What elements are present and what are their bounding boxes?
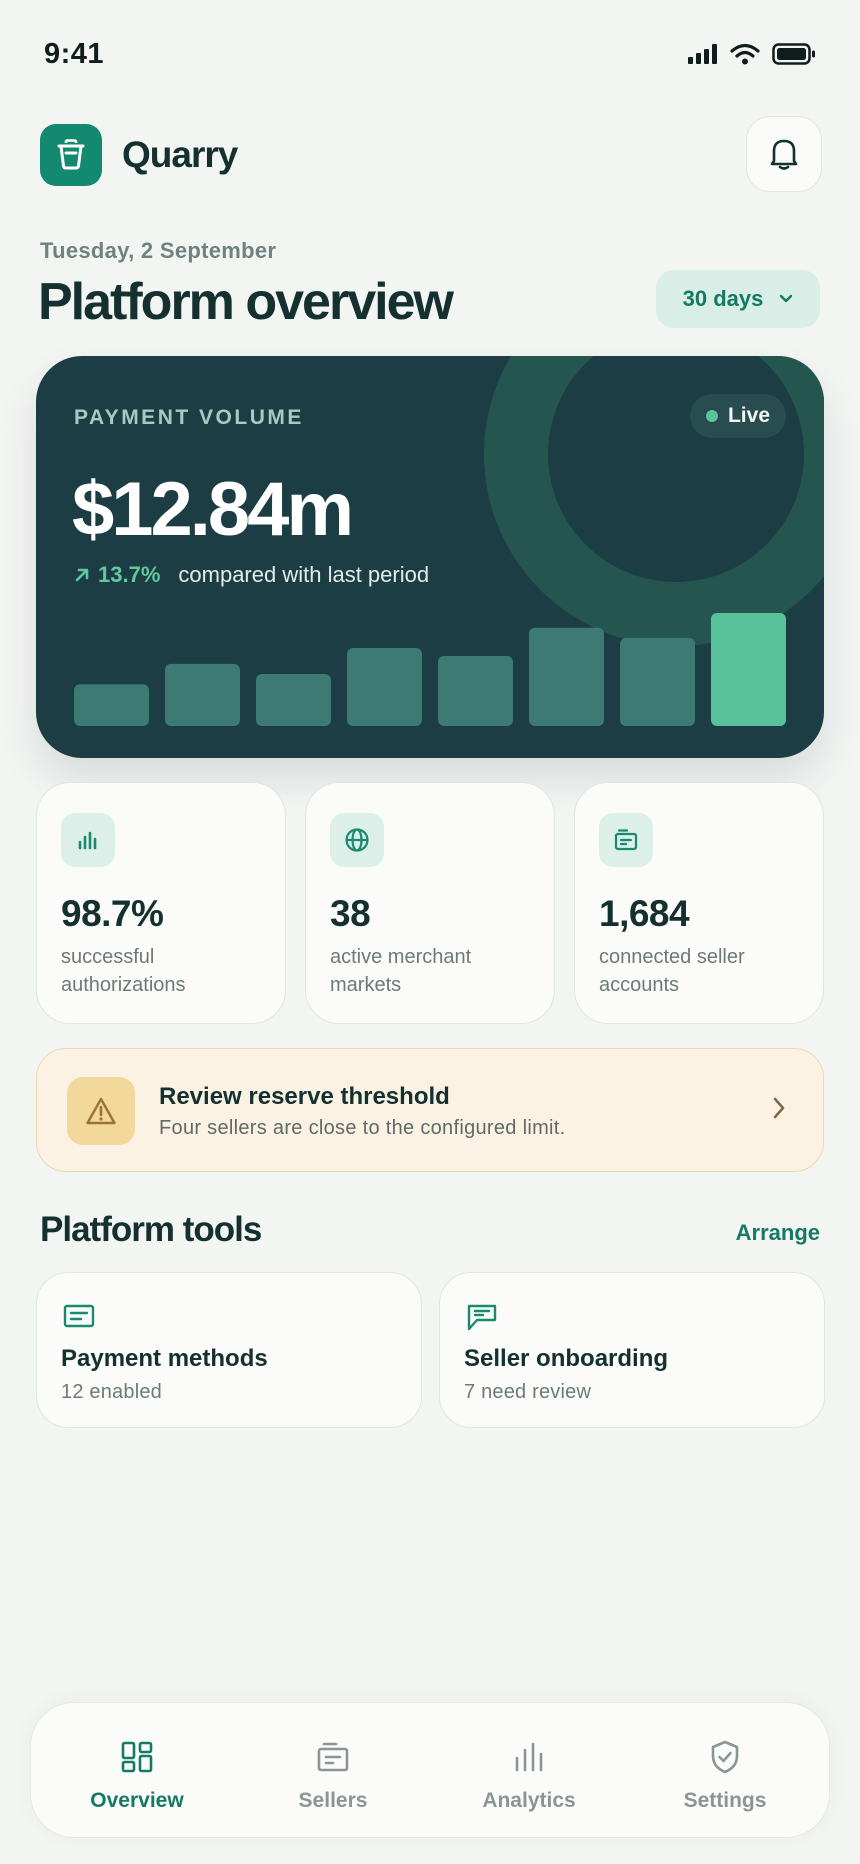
volume-bar xyxy=(256,674,331,726)
alert-text: Four sellers are close to the configured… xyxy=(159,1117,566,1139)
stat-label: connected seller accounts xyxy=(599,946,745,996)
payment-methods-icon xyxy=(63,1304,95,1328)
shield-icon xyxy=(711,1740,739,1774)
wifi-icon xyxy=(730,43,760,65)
volume-bar-chart xyxy=(74,613,786,726)
stat-icon-box xyxy=(61,813,115,867)
nav-label: Analytics xyxy=(482,1789,576,1812)
bell-icon xyxy=(770,139,798,170)
nav-item-settings[interactable]: Settings xyxy=(645,1737,805,1817)
nav-icon-box xyxy=(512,1737,546,1777)
nav-icon-box xyxy=(120,1737,154,1777)
period-select[interactable]: 30 days xyxy=(656,270,820,328)
warning-icon xyxy=(86,1097,116,1125)
alert-title: Review reserve threshold xyxy=(159,1083,450,1110)
stat-value: 1,684 xyxy=(599,893,690,934)
app-name: Quarry xyxy=(122,134,238,175)
volume-bar xyxy=(347,648,422,726)
dashboard-icon xyxy=(121,1741,153,1773)
sellers-icon xyxy=(317,1742,349,1772)
volume-bar xyxy=(529,627,604,726)
tool-card-seller-onboarding[interactable]: Seller onboarding 7 need review xyxy=(439,1272,825,1428)
tool-name: Seller onboarding xyxy=(464,1345,669,1372)
arrange-link[interactable]: Arrange xyxy=(736,1220,820,1246)
nav-icon-box xyxy=(709,1737,741,1777)
tools-section-title: Platform tools xyxy=(40,1210,262,1249)
stat-icon-box xyxy=(330,813,384,867)
volume-bar xyxy=(165,663,240,726)
stat-value: 38 xyxy=(330,893,371,934)
bar-chart-icon xyxy=(78,831,97,850)
date-label: Tuesday, 2 September xyxy=(40,238,277,263)
signal-icon xyxy=(688,44,717,64)
bottom-navigation: Overview Sellers Analytics Settings xyxy=(30,1702,830,1838)
status-bar: 9:41 xyxy=(44,36,816,72)
tool-subtitle: 12 enabled xyxy=(61,1381,162,1403)
notifications-button[interactable] xyxy=(746,116,822,192)
nav-item-sellers[interactable]: Sellers xyxy=(253,1737,413,1817)
nav-label: Settings xyxy=(683,1789,767,1812)
volume-bar xyxy=(620,637,695,726)
battery-icon xyxy=(772,43,815,65)
status-icons xyxy=(688,43,816,65)
onboarding-icon xyxy=(467,1304,497,1331)
accounts-icon xyxy=(614,829,638,851)
payment-volume-card[interactable]: PAYMENT VOLUME Live $12.84m 13.7% compar… xyxy=(36,356,824,758)
nav-icon-box xyxy=(316,1737,350,1777)
app-logo[interactable] xyxy=(40,124,102,186)
tool-subtitle: 7 need review xyxy=(464,1381,592,1403)
stat-card-markets[interactable]: 38 active merchant markets xyxy=(305,782,555,1024)
nav-item-analytics[interactable]: Analytics xyxy=(449,1737,609,1817)
globe-icon xyxy=(345,828,369,852)
chevron-right-icon xyxy=(773,1097,785,1119)
page-title: Platform overview xyxy=(38,273,454,331)
status-time: 9:41 xyxy=(44,37,105,70)
reserve-alert-card[interactable]: Review reserve threshold Four sellers ar… xyxy=(36,1048,824,1172)
app-screen: 9:41 Quarry Tuesday, 2 September Platfor… xyxy=(0,0,860,1864)
stat-card-authorizations[interactable]: 98.7% successful authorizations xyxy=(36,782,286,1024)
stat-label: successful authorizations xyxy=(61,946,186,996)
brand: Quarry xyxy=(40,124,238,186)
alert-icon-box xyxy=(67,1077,135,1145)
analytics-icon xyxy=(515,1742,543,1772)
nav-item-overview[interactable]: Overview xyxy=(57,1737,217,1817)
stat-value: 98.7% xyxy=(61,893,164,934)
period-label: 30 days xyxy=(682,286,764,311)
stat-label: active merchant markets xyxy=(330,946,472,996)
stat-icon-box xyxy=(599,813,653,867)
stat-card-accounts[interactable]: 1,684 connected seller accounts xyxy=(574,782,824,1024)
nav-label: Sellers xyxy=(298,1789,368,1812)
volume-bar xyxy=(711,613,786,726)
tool-card-payment-methods[interactable]: Payment methods 12 enabled xyxy=(36,1272,422,1428)
app-header: Quarry xyxy=(40,116,822,192)
tool-name: Payment methods xyxy=(61,1345,268,1372)
quarry-logo-icon xyxy=(57,139,85,170)
nav-label: Overview xyxy=(90,1789,184,1812)
volume-bar xyxy=(438,655,513,726)
chevron-down-icon xyxy=(780,294,793,303)
volume-bar xyxy=(74,684,149,726)
